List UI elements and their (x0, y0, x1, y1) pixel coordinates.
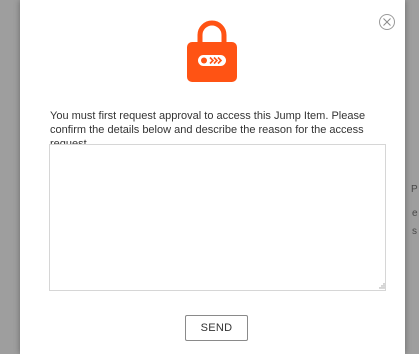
send-button[interactable]: SEND (185, 315, 248, 341)
background-text-fragment: s (412, 226, 417, 237)
access-request-dialog: You must first request approval to acces… (20, 0, 405, 354)
close-icon (383, 18, 391, 26)
close-button[interactable] (379, 14, 395, 30)
resize-grip-icon[interactable] (379, 283, 385, 289)
reason-input[interactable] (49, 144, 386, 291)
background-text-fragment: e (412, 208, 418, 219)
background-text-fragment: P (411, 184, 418, 195)
padlock-icon (187, 20, 237, 82)
